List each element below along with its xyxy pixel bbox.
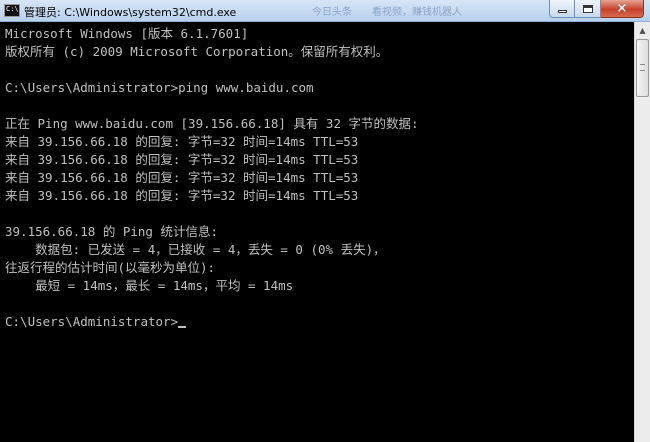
console-line: 来自 39.156.66.18 的回复: 字节=32 时间=14ms TTL=5… (5, 134, 359, 149)
background-ghost-text-1: 今日头条 (312, 7, 352, 18)
console-line: 39.156.66.18 的 Ping 统计信息: (5, 224, 219, 239)
cmd-window: C:\ 管理员: C:\Windows\system32\cmd.exe 今日头… (0, 0, 650, 442)
window-title: 管理员: C:\Windows\system32\cmd.exe (24, 6, 237, 19)
console-line: C:\Users\Administrator>ping www.baidu.co… (5, 80, 314, 95)
vertical-scrollbar[interactable]: ▲ (634, 22, 650, 442)
scroll-up-arrow-icon[interactable]: ▲ (635, 22, 650, 38)
console-line: 来自 39.156.66.18 的回复: 字节=32 时间=14ms TTL=5… (5, 152, 359, 167)
cmd-app-icon-label: C:\ (6, 5, 19, 13)
maximize-button[interactable] (575, 0, 601, 18)
minimize-icon (557, 10, 567, 13)
console-line: 版权所有 (c) 2009 Microsoft Corporation。保留所有… (5, 44, 389, 59)
console-text: Microsoft Windows [版本 6.1.7601] 版权所有 (c) … (5, 25, 419, 331)
scrollbar-grip-icon (640, 64, 645, 71)
maximize-icon (582, 4, 593, 13)
close-icon: × (616, 1, 628, 16)
title-bar[interactable]: C:\ 管理员: C:\Windows\system32\cmd.exe 今日头… (0, 0, 650, 22)
console-line: 正在 Ping www.baidu.com [39.156.66.18] 具有 … (5, 116, 419, 131)
console-line: 数据包: 已发送 = 4，已接收 = 4，丢失 = 0 (0% 丢失)， (5, 242, 386, 257)
window-controls: × (549, 0, 644, 19)
console-line: Microsoft Windows [版本 6.1.7601] (5, 26, 249, 41)
close-button[interactable]: × (601, 0, 644, 18)
console-line: 最短 = 14ms，最长 = 14ms，平均 = 14ms (5, 278, 294, 293)
minimize-button[interactable] (549, 0, 575, 18)
scrollbar-thumb[interactable] (636, 39, 649, 97)
console-prompt-line[interactable]: C:\Users\Administrator> (5, 313, 419, 331)
background-ghost-text-2: 看视频，赚钱机器人 (372, 7, 462, 18)
console-output-area[interactable]: Microsoft Windows [版本 6.1.7601] 版权所有 (c) … (0, 22, 634, 442)
console-line: 来自 39.156.66.18 的回复: 字节=32 时间=14ms TTL=5… (5, 170, 359, 185)
console-prompt: C:\Users\Administrator> (5, 314, 179, 329)
console-line: 来自 39.156.66.18 的回复: 字节=32 时间=14ms TTL=5… (5, 188, 359, 203)
text-cursor (178, 326, 187, 328)
cmd-app-icon[interactable]: C:\ (4, 4, 20, 17)
console-line: 往返行程的估计时间(以毫秒为单位): (5, 260, 216, 275)
